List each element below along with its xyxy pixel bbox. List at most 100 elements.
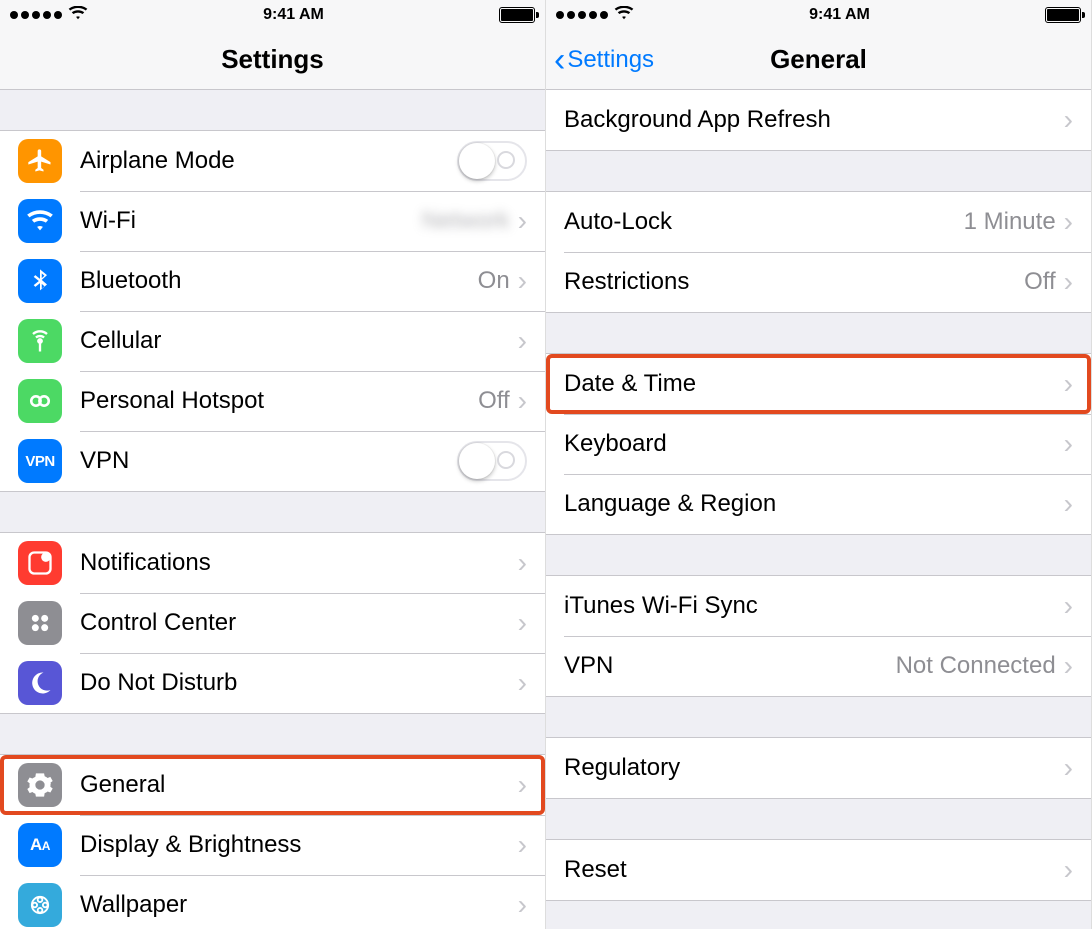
battery-icon [1045,7,1081,23]
row-reset[interactable]: Reset › [546,840,1091,900]
chevron-right-icon: › [1064,370,1073,398]
row-bluetooth[interactable]: Bluetooth On › [0,251,545,311]
status-bar: 9:41 AM [0,0,545,30]
row-keyboard[interactable]: Keyboard › [546,414,1091,474]
chevron-right-icon: › [518,891,527,919]
page-title: Settings [221,44,324,75]
nav-bar: ‹ Settings General [546,30,1091,90]
general-group-regulatory: Regulatory › [546,737,1091,799]
general-group-bgrefresh: Background App Refresh › [546,90,1091,151]
row-label: General [80,771,518,799]
chevron-right-icon: › [518,267,527,295]
row-label: Airplane Mode [80,147,457,175]
row-auto-lock[interactable]: Auto-Lock 1 Minute › [546,192,1091,252]
row-label: iTunes Wi-Fi Sync [564,592,1064,620]
settings-list[interactable]: Airplane Mode Wi-Fi Network › Bluetooth … [0,90,545,929]
status-right [1045,7,1081,23]
battery-icon [499,7,535,23]
chevron-right-icon: › [1064,208,1073,236]
row-control-center[interactable]: Control Center › [0,593,545,653]
chevron-right-icon: › [518,771,527,799]
chevron-right-icon: › [1064,592,1073,620]
chevron-right-icon: › [518,831,527,859]
row-wifi[interactable]: Wi-Fi Network › [0,191,545,251]
controlcenter-icon [18,601,62,645]
row-label: Notifications [80,549,518,577]
row-label: Date & Time [564,370,1064,398]
status-time: 9:41 AM [809,6,870,24]
notifications-icon [18,541,62,585]
vpn-icon: VPN [18,439,62,483]
hotspot-value: Off [478,387,510,415]
status-time: 9:41 AM [263,6,324,24]
display-icon: AA [18,823,62,867]
row-restrictions[interactable]: Restrictions Off › [546,252,1091,312]
row-label: Wi-Fi [80,207,422,235]
dnd-icon [18,661,62,705]
row-airplane-mode[interactable]: Airplane Mode [0,131,545,191]
general-list[interactable]: Background App Refresh › Auto-Lock 1 Min… [546,90,1091,929]
row-label: Personal Hotspot [80,387,478,415]
bluetooth-value: On [478,267,510,295]
chevron-right-icon: › [1064,856,1073,884]
row-label: Control Center [80,609,518,637]
row-regulatory[interactable]: Regulatory › [546,738,1091,798]
row-background-app-refresh[interactable]: Background App Refresh › [546,90,1091,150]
back-button[interactable]: ‹ Settings [554,30,654,89]
signal-strength-icon [556,11,608,19]
general-group-locale: Date & Time › Keyboard › Language & Regi… [546,353,1091,535]
airplane-icon [18,139,62,183]
settings-group-alerts: Notifications › Control Center › Do Not … [0,532,545,714]
chevron-right-icon: › [518,207,527,235]
chevron-right-icon: › [1064,430,1073,458]
settings-group-connectivity: Airplane Mode Wi-Fi Network › Bluetooth … [0,130,545,492]
status-left [556,6,634,25]
row-general[interactable]: General › [0,755,545,815]
page-title: General [770,44,867,75]
row-personal-hotspot[interactable]: Personal Hotspot Off › [0,371,545,431]
nav-bar: Settings [0,30,545,90]
chevron-right-icon: › [1064,268,1073,296]
row-label: Auto-Lock [564,208,964,236]
status-bar: 9:41 AM [546,0,1091,30]
wifi-status-icon [68,6,88,25]
row-label: Keyboard [564,430,1064,458]
row-date-time[interactable]: Date & Time › [546,354,1091,414]
wifi-status-icon [614,6,634,25]
row-wallpaper[interactable]: Wallpaper › [0,875,545,929]
vpn-toggle[interactable] [457,441,527,481]
row-vpn[interactable]: VPN Not Connected › [546,636,1091,696]
row-notifications[interactable]: Notifications › [0,533,545,593]
chevron-right-icon: › [1064,490,1073,518]
chevron-right-icon: › [1064,754,1073,782]
wallpaper-icon [18,883,62,927]
wifi-network-value: Network [422,207,510,235]
row-vpn[interactable]: VPN VPN [0,431,545,491]
row-label: Language & Region [564,490,1064,518]
chevron-right-icon: › [1064,106,1073,134]
chevron-right-icon: › [518,327,527,355]
row-cellular[interactable]: Cellular › [0,311,545,371]
autolock-value: 1 Minute [964,208,1056,236]
row-label: Reset [564,856,1064,884]
row-do-not-disturb[interactable]: Do Not Disturb › [0,653,545,713]
airplane-toggle[interactable] [457,141,527,181]
row-label: Bluetooth [80,267,478,295]
chevron-right-icon: › [1064,652,1073,680]
status-left [10,6,88,25]
row-label: Background App Refresh [564,106,1064,134]
row-label: Restrictions [564,268,1024,296]
restrictions-value: Off [1024,268,1056,296]
row-language-region[interactable]: Language & Region › [546,474,1091,534]
chevron-left-icon: ‹ [554,43,565,77]
chevron-right-icon: › [518,669,527,697]
row-label: Wallpaper [80,891,518,919]
general-group-reset: Reset › [546,839,1091,901]
row-display-brightness[interactable]: AA Display & Brightness › [0,815,545,875]
vpn-value: Not Connected [896,652,1056,680]
general-screen: 9:41 AM ‹ Settings General Background Ap… [546,0,1092,929]
bluetooth-icon [18,259,62,303]
row-label: Cellular [80,327,518,355]
row-itunes-wifi-sync[interactable]: iTunes Wi-Fi Sync › [546,576,1091,636]
chevron-right-icon: › [518,609,527,637]
